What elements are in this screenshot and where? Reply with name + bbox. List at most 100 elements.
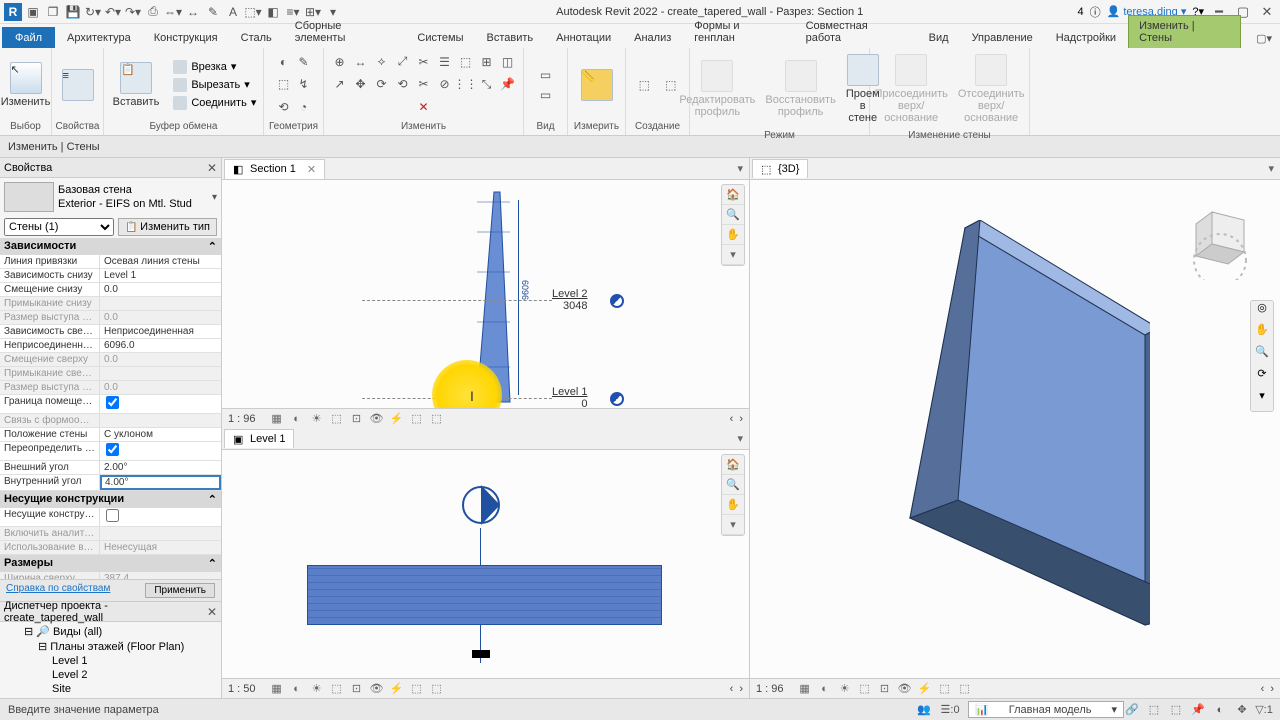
prop-base-constraint[interactable]: Зависимость снизуLevel 1 bbox=[0, 269, 221, 283]
scroll-left-icon[interactable]: ‹ bbox=[1261, 683, 1265, 695]
property-grid[interactable]: Зависимости⌃ Линия привязкиОсевая линия … bbox=[0, 238, 221, 579]
tab-systems[interactable]: Системы bbox=[406, 27, 474, 48]
prop-override-angles[interactable]: Переопределить с... bbox=[0, 442, 221, 461]
style-icon[interactable]: ◐ bbox=[290, 412, 304, 426]
cut-button[interactable]: Врезка ▾ bbox=[171, 59, 258, 75]
tab-overflow-icon[interactable]: ▾ bbox=[731, 162, 749, 175]
scale-value[interactable]: 1 : 50 bbox=[228, 683, 256, 695]
crop-icon[interactable]: ⊡ bbox=[878, 682, 892, 696]
mod-icon[interactable]: ⊕ bbox=[331, 53, 349, 71]
geom-icon[interactable]: ⟲ bbox=[275, 98, 293, 116]
tab-collaborate[interactable]: Совместная работа bbox=[795, 15, 917, 48]
3d-view-controls[interactable]: 1 : 96 ▦◐☀⬚⊡👁⚡⬚⬚ ‹› bbox=[750, 678, 1280, 698]
section-view-controls[interactable]: 1 : 96 ▦◐☀⬚⊡👁⚡⬚⬚ ‹› bbox=[222, 408, 749, 428]
type-dropdown-icon[interactable]: ▾ bbox=[212, 192, 217, 203]
section-icon[interactable]: ◧ bbox=[264, 3, 282, 21]
scroll-right-icon[interactable]: › bbox=[1270, 683, 1274, 695]
style-icon[interactable]: ◐ bbox=[818, 682, 832, 696]
delete-icon[interactable]: ✕ bbox=[415, 98, 433, 116]
array-icon[interactable]: ⋮⋮ bbox=[457, 75, 475, 93]
select-face-icon[interactable]: ◐ bbox=[1212, 702, 1228, 718]
prop-location-line[interactable]: Линия привязкиОсевая линия стены bbox=[0, 255, 221, 269]
trim-icon[interactable]: ✂ bbox=[415, 75, 433, 93]
close-browser-icon[interactable]: ✕ bbox=[207, 605, 217, 619]
reveal-icon[interactable]: ⚡ bbox=[390, 682, 404, 696]
close-tab-icon[interactable]: ✕ bbox=[307, 163, 316, 176]
hide-icon[interactable]: 👁 bbox=[370, 682, 384, 696]
redo-icon[interactable]: ↷▾ bbox=[124, 3, 142, 21]
tree-floorplans[interactable]: ⊟ Планы этажей (Floor Plan) bbox=[6, 639, 215, 654]
save-icon[interactable]: 💾 bbox=[64, 3, 82, 21]
view-icon[interactable]: ▭ bbox=[537, 66, 555, 84]
filter-icon[interactable]: ▽:1 bbox=[1256, 702, 1272, 718]
prop-top-constraint[interactable]: Зависимость сверхуНеприсоединенная bbox=[0, 325, 221, 339]
tab-modify-walls[interactable]: Изменить | Стены bbox=[1128, 15, 1241, 48]
copy-button[interactable]: Вырезать ▾ bbox=[171, 77, 258, 93]
create-icon[interactable]: ⬚ bbox=[632, 72, 657, 98]
tab-3d[interactable]: ⬚{3D} bbox=[752, 159, 808, 178]
prop-structural[interactable]: Несущие конструк... bbox=[0, 508, 221, 527]
sun-icon[interactable]: ☀ bbox=[310, 412, 324, 426]
wall-3d-element[interactable] bbox=[850, 220, 1150, 678]
3d-view-canvas[interactable]: ◎ ✋ 🔍 ⟳ ▾ bbox=[750, 180, 1280, 678]
info-icon[interactable]: ⓘ bbox=[1090, 4, 1101, 20]
scroll-right-icon[interactable]: › bbox=[739, 683, 743, 695]
join-button[interactable]: Соединить ▾ bbox=[171, 95, 258, 111]
mod-icon[interactable]: ◫ bbox=[499, 53, 517, 71]
prop-room-bounding[interactable]: Граница помещен... bbox=[0, 395, 221, 414]
mod-icon[interactable]: ⬚ bbox=[457, 53, 475, 71]
geom-icon[interactable]: ⬚ bbox=[275, 75, 293, 93]
properties-button[interactable]: ≡ bbox=[58, 67, 98, 103]
tab-annotate[interactable]: Аннотации bbox=[545, 27, 622, 48]
3d-icon[interactable]: ⬚▾ bbox=[244, 3, 262, 21]
tree-site[interactable]: Site bbox=[6, 682, 215, 696]
section-head-marker[interactable] bbox=[456, 480, 506, 530]
prop-int-angle[interactable]: Внутренний угол4.00° bbox=[0, 475, 221, 491]
group-dimensions[interactable]: Размеры⌃ bbox=[0, 555, 221, 572]
reveal-icon[interactable]: ⚡ bbox=[390, 412, 404, 426]
properties-help-link[interactable]: Справка по свойствам bbox=[6, 583, 110, 598]
mod-icon[interactable]: ⊞ bbox=[478, 53, 496, 71]
select-pinned-icon[interactable]: 📌 bbox=[1190, 702, 1206, 718]
tab-section1[interactable]: ◧Section 1✕ bbox=[224, 159, 325, 179]
tab-extra-icon[interactable]: ▢▾ bbox=[1250, 29, 1278, 48]
project-browser[interactable]: Диспетчер проекта - create_tapered_wall✕… bbox=[0, 601, 221, 698]
split-icon[interactable]: ⊘ bbox=[436, 75, 454, 93]
mod-icon[interactable]: ✂ bbox=[415, 53, 433, 71]
apply-button[interactable]: Применить bbox=[145, 583, 215, 598]
tab-precast[interactable]: Сборные элементы bbox=[284, 15, 406, 48]
worksets-icon[interactable]: 👥 bbox=[916, 702, 932, 718]
tab-analyze[interactable]: Анализ bbox=[623, 27, 682, 48]
tab-file[interactable]: Файл bbox=[2, 27, 55, 48]
link-icon[interactable]: 🔗 bbox=[1124, 702, 1140, 718]
mod-icon[interactable]: ☰ bbox=[436, 53, 454, 71]
geom-icon[interactable]: ◐ bbox=[275, 53, 293, 71]
undo-icon[interactable]: ↶▾ bbox=[104, 3, 122, 21]
reveal-icon[interactable]: ⚡ bbox=[918, 682, 932, 696]
select-links-icon[interactable]: ⬚ bbox=[1146, 702, 1162, 718]
level2-name[interactable]: Level 2 bbox=[552, 288, 587, 300]
shadow-icon[interactable]: ⬚ bbox=[858, 682, 872, 696]
nav-bar[interactable]: 🏠🔍✋▾ bbox=[721, 454, 745, 536]
notif-count[interactable]: 4 bbox=[1077, 6, 1083, 18]
orbit-icon[interactable]: ⟳ bbox=[1251, 367, 1273, 389]
modify-button[interactable]: ↖Изменить bbox=[0, 60, 54, 110]
type-selector[interactable]: Базовая стена Exterior - EIFS on Mtl. St… bbox=[0, 178, 221, 216]
level2-elev[interactable]: 3048 bbox=[552, 300, 587, 312]
mod-icon[interactable]: ↔ bbox=[352, 53, 370, 71]
group-constraints[interactable]: Зависимости⌃ bbox=[0, 238, 221, 255]
hide-icon[interactable]: 👁 bbox=[370, 412, 384, 426]
crop-icon[interactable]: ⊡ bbox=[350, 682, 364, 696]
rotate-icon[interactable]: ⟳ bbox=[373, 75, 391, 93]
group-structural[interactable]: Несущие конструкции⌃ bbox=[0, 491, 221, 508]
level1-elev[interactable]: 0 bbox=[552, 398, 587, 408]
level2-marker-icon[interactable] bbox=[610, 294, 624, 308]
tab-view[interactable]: Вид bbox=[918, 27, 960, 48]
scroll-left-iconACicon[interactable]: ‹ bbox=[730, 683, 734, 695]
more-icon[interactable]: ⬚ bbox=[958, 682, 972, 696]
detail-icon[interactable]: ▦ bbox=[798, 682, 812, 696]
tab-level1[interactable]: ▣Level 1 bbox=[224, 429, 294, 448]
view-icon[interactable]: ▭ bbox=[537, 86, 555, 104]
crop-icon[interactable]: ⊡ bbox=[350, 412, 364, 426]
tab-addins[interactable]: Надстройки bbox=[1045, 27, 1127, 48]
